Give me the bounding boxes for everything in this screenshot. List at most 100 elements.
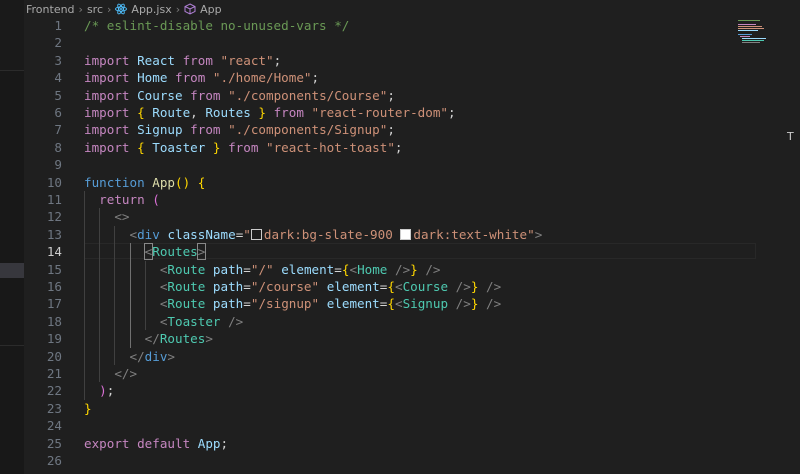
code-line[interactable]: 20 </div> [24, 348, 800, 365]
code-text: export default App; [84, 435, 228, 452]
code-text: import Signup from "./components/Signup"… [84, 121, 395, 138]
breadcrumb-file-app-jsx[interactable]: App.jsx [131, 3, 171, 16]
code-line[interactable]: 22 ); [24, 382, 800, 399]
indent-guide [84, 191, 85, 400]
code-token: import [84, 139, 138, 155]
code-line[interactable]: 3 import React from "react"; [24, 52, 800, 69]
code-line[interactable]: 1 /* eslint-disable no-unused-vars */ [24, 17, 800, 34]
line-number: 12 [46, 209, 62, 225]
code-text: } [84, 400, 92, 417]
code-token: </ [129, 348, 145, 364]
code-line[interactable]: 15 <Route path="/" element={<Home />} /> [24, 261, 800, 278]
code-line[interactable]: 14 <Routes> [24, 243, 800, 261]
react-icon [115, 3, 128, 15]
code-line[interactable]: 24 [24, 417, 800, 434]
code-line[interactable]: 12 <> [24, 208, 800, 225]
code-token: ; [394, 139, 403, 155]
line-number: 21 [46, 366, 62, 381]
line-number: 25 [46, 435, 62, 451]
code-line[interactable]: 8 import { Toaster } from "react-hot-toas… [24, 139, 800, 156]
code-token: </ [144, 331, 160, 347]
code-line[interactable]: 2 [24, 34, 800, 51]
code-line[interactable]: 17 <Route path="/signup" element={<Signu… [24, 295, 800, 312]
breadcrumb: Frontend › src › App.jsx › App [26, 0, 766, 18]
code-token: ) [99, 383, 107, 399]
line-number: 6 [54, 105, 62, 120]
code-line[interactable]: 7 import Signup from "./components/Signup… [24, 121, 800, 138]
code-text: </Routes> [84, 330, 213, 347]
code-token: /> [455, 296, 471, 312]
line-number: 10 [46, 174, 62, 190]
code-token: default [137, 435, 198, 451]
code-text: <Toaster /> [84, 313, 243, 330]
code-line[interactable]: 6 import { Route, Routes } from "react-ro… [24, 104, 800, 121]
code-line[interactable]: 25 export default App; [24, 435, 800, 452]
code-token: "react" [220, 52, 274, 68]
line-number: 26 [46, 453, 62, 468]
breadcrumb-folder-src[interactable]: src [87, 3, 103, 16]
code-token: { [137, 139, 153, 155]
code-line[interactable]: 11 return ( [24, 191, 800, 208]
code-token: { [387, 296, 395, 312]
code-text: import { Route, Routes } from "react-rou… [84, 104, 456, 121]
code-token: ; [387, 87, 395, 103]
code-token: "/" [250, 261, 274, 277]
code-line[interactable]: 18 <Toaster /> [24, 313, 800, 330]
code-editor[interactable]: 1 /* eslint-disable no-unused-vars */ 2 3 im… [24, 18, 800, 474]
code-token: Route [167, 296, 213, 312]
code-token: } [205, 139, 221, 155]
sidebar-selected-item[interactable] [0, 263, 24, 278]
code-token: /> [455, 279, 471, 294]
code-token: { [137, 105, 153, 120]
code-token: from [182, 122, 229, 138]
code-token: > [167, 348, 176, 364]
code-line[interactable]: 4 import Home from "./home/Home"; [24, 69, 800, 86]
code-token: > [205, 331, 213, 347]
code-token: () { [175, 174, 206, 190]
color-swatch-icon[interactable] [400, 228, 412, 240]
code-line[interactable]: 16 <Route path="/course" element={<Cours… [24, 278, 800, 295]
indent-guide [129, 243, 131, 348]
code-token: < [349, 261, 358, 277]
color-swatch-icon[interactable] [250, 228, 262, 240]
code-token: className [167, 226, 236, 242]
code-token: "/signup" [250, 296, 320, 312]
code-text: function App() { [84, 174, 205, 191]
code-token: Course [137, 87, 183, 103]
line-number: 22 [46, 383, 62, 399]
breadcrumb-symbol-app[interactable]: App [200, 3, 222, 16]
code-line[interactable]: 13 <div className=" dark:bg-slate-900 dar… [24, 226, 800, 243]
code-token: < [394, 296, 403, 312]
code-line[interactable]: 23} [24, 400, 800, 417]
cube-icon [184, 3, 196, 15]
code-token: /* eslint-disable no-unused-vars */ [84, 18, 350, 33]
code-token: React [137, 52, 175, 68]
minimap[interactable] [738, 18, 768, 48]
code-line[interactable]: 10 function App() { [24, 174, 800, 191]
code-token: ; [273, 52, 282, 68]
code-token: export [84, 435, 138, 451]
code-text: <Route path="/signup" element={<Signup /… [84, 295, 501, 312]
code-token: = [334, 261, 342, 277]
code-line[interactable]: 19 </Routes> [24, 330, 800, 347]
code-line[interactable]: 9 [24, 156, 800, 173]
code-line[interactable]: 21 </> [24, 365, 800, 382]
code-token: ( [152, 192, 160, 207]
code-token: < [129, 226, 138, 242]
code-token: < [394, 279, 403, 294]
code-line[interactable]: 26 [24, 452, 800, 469]
breadcrumb-folder-frontend[interactable]: Frontend [26, 3, 75, 16]
code-token: path [212, 279, 244, 294]
line-number: 13 [46, 226, 62, 242]
code-token: import [84, 52, 138, 68]
code-token: from [175, 52, 221, 68]
code-token: ; [220, 435, 229, 451]
line-number: 24 [46, 418, 62, 434]
line-number: 1 [54, 18, 62, 33]
code-line[interactable]: 5 import Course from "./components/Course… [24, 87, 800, 104]
